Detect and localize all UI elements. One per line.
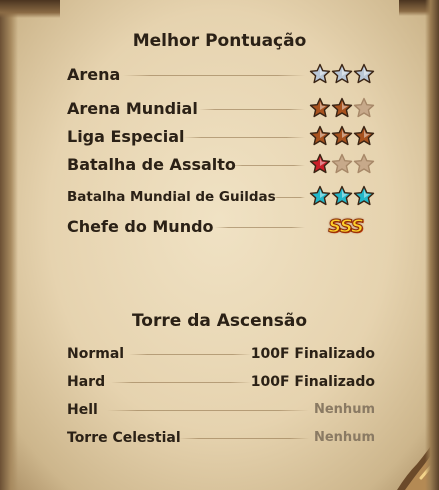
row-label: Liga Especial — [67, 127, 185, 146]
star-filled-icon — [331, 97, 353, 118]
star-filled-icon — [353, 125, 375, 146]
panel-corner-decoration — [399, 0, 439, 16]
row-divider — [123, 75, 305, 76]
row-divider — [183, 137, 305, 138]
row-divider — [231, 165, 305, 166]
best-score-row-world-boss: Chefe do Mundo SSS — [67, 215, 375, 239]
row-divider — [179, 438, 309, 439]
star-empty-icon — [331, 153, 353, 174]
star-rating — [309, 97, 375, 121]
row-label: Arena — [67, 65, 121, 84]
row-label: Batalha Mundial de Guildas — [67, 189, 276, 205]
best-score-row-siege-battle: Batalha de Assalto — [67, 153, 375, 177]
rank-sss-badge: SSS — [328, 216, 365, 238]
star-filled-icon — [309, 185, 331, 206]
star-rating — [309, 185, 375, 209]
row-label: Hard — [67, 374, 106, 390]
star-filled-icon — [309, 63, 331, 84]
star-filled-icon — [309, 153, 331, 174]
star-rating — [309, 63, 375, 87]
row-label: Torre Celestial — [67, 430, 181, 446]
row-label: Batalha de Assalto — [67, 155, 236, 174]
star-filled-icon — [331, 125, 353, 146]
best-score-row-world-arena: Arena Mundial — [67, 97, 375, 121]
row-label: Normal — [67, 346, 125, 362]
star-filled-icon — [331, 185, 353, 206]
star-filled-icon — [309, 97, 331, 118]
star-filled-icon — [353, 185, 375, 206]
star-empty-icon — [353, 97, 375, 118]
panel-corner-decoration — [0, 0, 60, 18]
tower-row-hard: Hard 100F Finalizado — [67, 370, 375, 394]
best-score-row-world-guild-battle: Batalha Mundial de Guildas — [67, 185, 375, 209]
row-divider — [199, 109, 305, 110]
row-divider — [129, 354, 251, 355]
best-score-title: Melhor Pontuação — [132, 31, 307, 51]
tower-row-hell: Hell Nenhum — [67, 398, 375, 422]
row-divider — [107, 410, 309, 411]
row-label: Arena Mundial — [67, 99, 198, 118]
row-value: 100F Finalizado — [250, 346, 375, 362]
row-label: Chefe do Mundo — [67, 217, 214, 236]
best-score-row-special-league: Liga Especial — [67, 125, 375, 149]
star-filled-icon — [353, 63, 375, 84]
star-rating — [309, 125, 375, 149]
row-value: Nenhum — [313, 402, 375, 417]
star-rating — [309, 153, 375, 177]
row-value: Nenhum — [313, 430, 375, 445]
ascension-tower-title: Torre da Ascensão — [131, 311, 308, 331]
best-score-row-arena: Arena — [67, 63, 375, 87]
row-label: Hell — [67, 402, 98, 418]
row-divider — [215, 227, 305, 228]
tower-row-normal: Normal 100F Finalizado — [67, 342, 375, 366]
row-divider — [273, 197, 305, 198]
star-filled-icon — [331, 63, 353, 84]
page-curl-decoration — [397, 434, 439, 490]
parchment-panel: Melhor Pontuação Arena Arena Mundial Lig… — [0, 0, 439, 490]
star-empty-icon — [353, 153, 375, 174]
star-filled-icon — [309, 125, 331, 146]
row-value: 100F Finalizado — [250, 374, 375, 390]
row-divider — [111, 382, 251, 383]
tower-row-celestial: Torre Celestial Nenhum — [67, 426, 375, 450]
